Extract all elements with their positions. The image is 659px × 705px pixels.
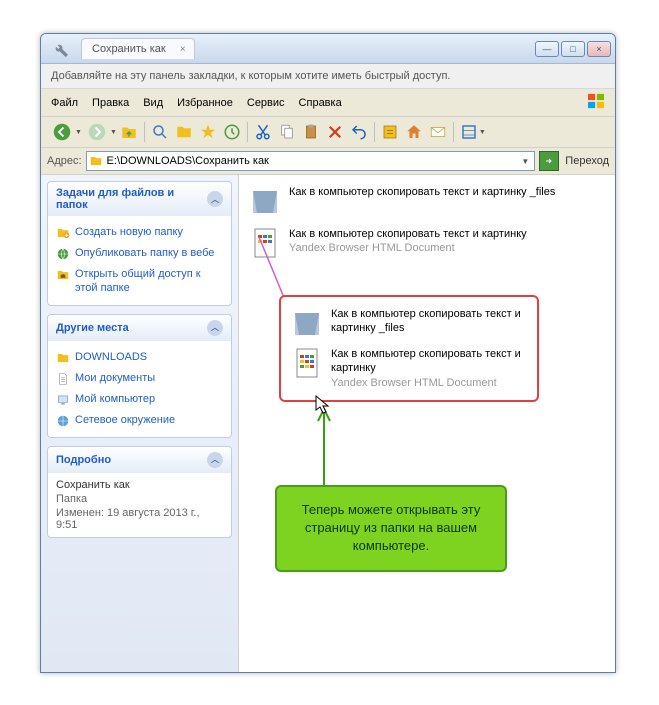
copy-button[interactable] (275, 120, 299, 144)
toolbar: ▼ ▼ ▼ (41, 117, 615, 148)
file-name: Как в компьютер скопировать текст и карт… (331, 307, 527, 336)
folder-icon (89, 154, 103, 168)
go-label: Переход (565, 155, 609, 167)
menubar: Файл Правка Вид Избранное Сервис Справка (41, 89, 615, 117)
delete-button[interactable] (323, 120, 347, 144)
cut-button[interactable] (251, 120, 275, 144)
chevron-up-icon: ︿ (207, 191, 223, 207)
address-bar: Адрес: ▼ Переход (41, 148, 615, 175)
address-label: Адрес: (47, 155, 82, 167)
menu-file[interactable]: Файл (51, 97, 78, 109)
place-downloads[interactable]: DOWNLOADS (56, 347, 223, 368)
file-name: Как в компьютер скопировать текст и карт… (289, 227, 527, 241)
menu-tools[interactable]: Сервис (247, 97, 285, 109)
place-label: Сетевое окружение (75, 413, 175, 427)
task-label: Открыть общий доступ к этой папке (75, 267, 223, 296)
tip-text: Теперь можете открывать эту страницу из … (302, 502, 481, 553)
history-button[interactable] (220, 120, 244, 144)
folder-icon (291, 307, 323, 339)
windows-logo-icon (587, 93, 605, 112)
file-type: Yandex Browser HTML Document (289, 241, 527, 255)
places-header[interactable]: Другие места ︿ (48, 315, 231, 341)
place-label: Мой компьютер (75, 392, 155, 406)
go-button[interactable] (539, 151, 559, 171)
tasks-header[interactable]: Задачи для файлов и папок ︿ (48, 182, 231, 216)
content-area: Задачи для файлов и папок ︿ Создать нову… (41, 175, 615, 673)
places-title: Другие места (56, 322, 129, 334)
place-network[interactable]: Сетевое окружение (56, 410, 223, 431)
address-input-wrap: ▼ (86, 151, 536, 171)
views-dropdown-icon[interactable]: ▼ (479, 129, 486, 136)
back-dropdown-icon[interactable]: ▼ (75, 129, 82, 136)
file-area: Как в компьютер скопировать текст и карт… (239, 175, 615, 673)
forward-dropdown-icon[interactable]: ▼ (110, 129, 117, 136)
favorites-button[interactable] (196, 120, 220, 144)
search-button[interactable] (148, 120, 172, 144)
details-type: Папка (56, 493, 223, 505)
menu-view[interactable]: Вид (143, 97, 163, 109)
place-computer[interactable]: Мой компьютер (56, 389, 223, 410)
place-documents[interactable]: Мои документы (56, 368, 223, 389)
up-button[interactable] (117, 120, 141, 144)
menu-help[interactable]: Справка (299, 97, 342, 109)
folder-icon (249, 185, 281, 217)
browser-tab[interactable]: Сохранить как × (81, 38, 195, 59)
back-button[interactable] (47, 120, 77, 144)
explorer-window: Сохранить как × — □ × Добавляйте на эту … (40, 33, 616, 673)
folders-button[interactable] (172, 120, 196, 144)
address-input[interactable] (103, 155, 519, 167)
tab-close-icon[interactable]: × (180, 44, 186, 55)
annotation-arrow-green (309, 405, 339, 495)
task-publish[interactable]: Опубликовать папку в вебе (56, 243, 223, 264)
menu-favorites[interactable]: Избранное (177, 97, 233, 109)
file-type: Yandex Browser HTML Document (331, 376, 527, 390)
details-name: Сохранить как (56, 479, 223, 491)
titlebar: Сохранить как × — □ × (41, 34, 615, 64)
details-title: Подробно (56, 454, 111, 466)
tasks-title: Задачи для файлов и папок (56, 187, 207, 211)
home-button[interactable] (402, 120, 426, 144)
forward-button[interactable] (82, 120, 112, 144)
file-item-folder[interactable]: Как в компьютер скопировать текст и карт… (249, 185, 605, 217)
task-label: Создать новую папку (75, 225, 183, 239)
cursor-icon (315, 395, 331, 415)
paste-button[interactable] (299, 120, 323, 144)
bookmark-hint: Добавляйте на эту панель закладки, к кот… (51, 70, 450, 82)
callout-red-box: Как в компьютер скопировать текст и карт… (279, 295, 539, 402)
properties-button[interactable] (378, 120, 402, 144)
file-item-html[interactable]: Как в компьютер скопировать текст и карт… (249, 227, 605, 259)
bookmark-bar: Добавляйте на эту панель закладки, к кот… (41, 64, 615, 89)
callout-file-folder: Как в компьютер скопировать текст и карт… (291, 307, 527, 339)
details-modified: Изменен: 19 августа 2013 г., 9:51 (56, 507, 223, 531)
undo-button[interactable] (347, 120, 371, 144)
minimize-button[interactable]: — (535, 41, 559, 57)
place-label: Мои документы (75, 371, 155, 385)
tasks-panel: Задачи для файлов и папок ︿ Создать нову… (47, 181, 232, 306)
callout-green-tip: Теперь можете открывать эту страницу из … (275, 485, 507, 572)
window-controls: — □ × (535, 41, 611, 57)
place-label: DOWNLOADS (75, 350, 147, 364)
address-dropdown-icon[interactable]: ▼ (518, 157, 532, 166)
chevron-up-icon: ︿ (207, 452, 223, 468)
task-label: Опубликовать папку в вебе (75, 246, 214, 260)
html-file-icon (291, 347, 323, 379)
tab-title: Сохранить как (92, 43, 166, 55)
views-button[interactable] (457, 120, 481, 144)
places-panel: Другие места ︿ DOWNLOADS Мои документы М… (47, 314, 232, 438)
email-button[interactable] (426, 120, 450, 144)
maximize-button[interactable]: □ (561, 41, 585, 57)
file-name: Как в компьютер скопировать текст и карт… (331, 347, 527, 376)
details-header[interactable]: Подробно ︿ (48, 447, 231, 473)
menu-edit[interactable]: Правка (92, 97, 129, 109)
task-new-folder[interactable]: Создать новую папку (56, 222, 223, 243)
file-name: Как в компьютер скопировать текст и карт… (289, 185, 555, 199)
chevron-up-icon: ︿ (207, 320, 223, 336)
details-panel: Подробно ︿ Сохранить как Папка Изменен: … (47, 446, 232, 538)
close-button[interactable]: × (587, 41, 611, 57)
task-share[interactable]: Открыть общий доступ к этой папке (56, 264, 223, 299)
sidebar: Задачи для файлов и папок ︿ Создать нову… (41, 175, 239, 673)
wrench-icon (51, 40, 69, 58)
callout-file-html: Как в компьютер скопировать текст и карт… (291, 347, 527, 390)
